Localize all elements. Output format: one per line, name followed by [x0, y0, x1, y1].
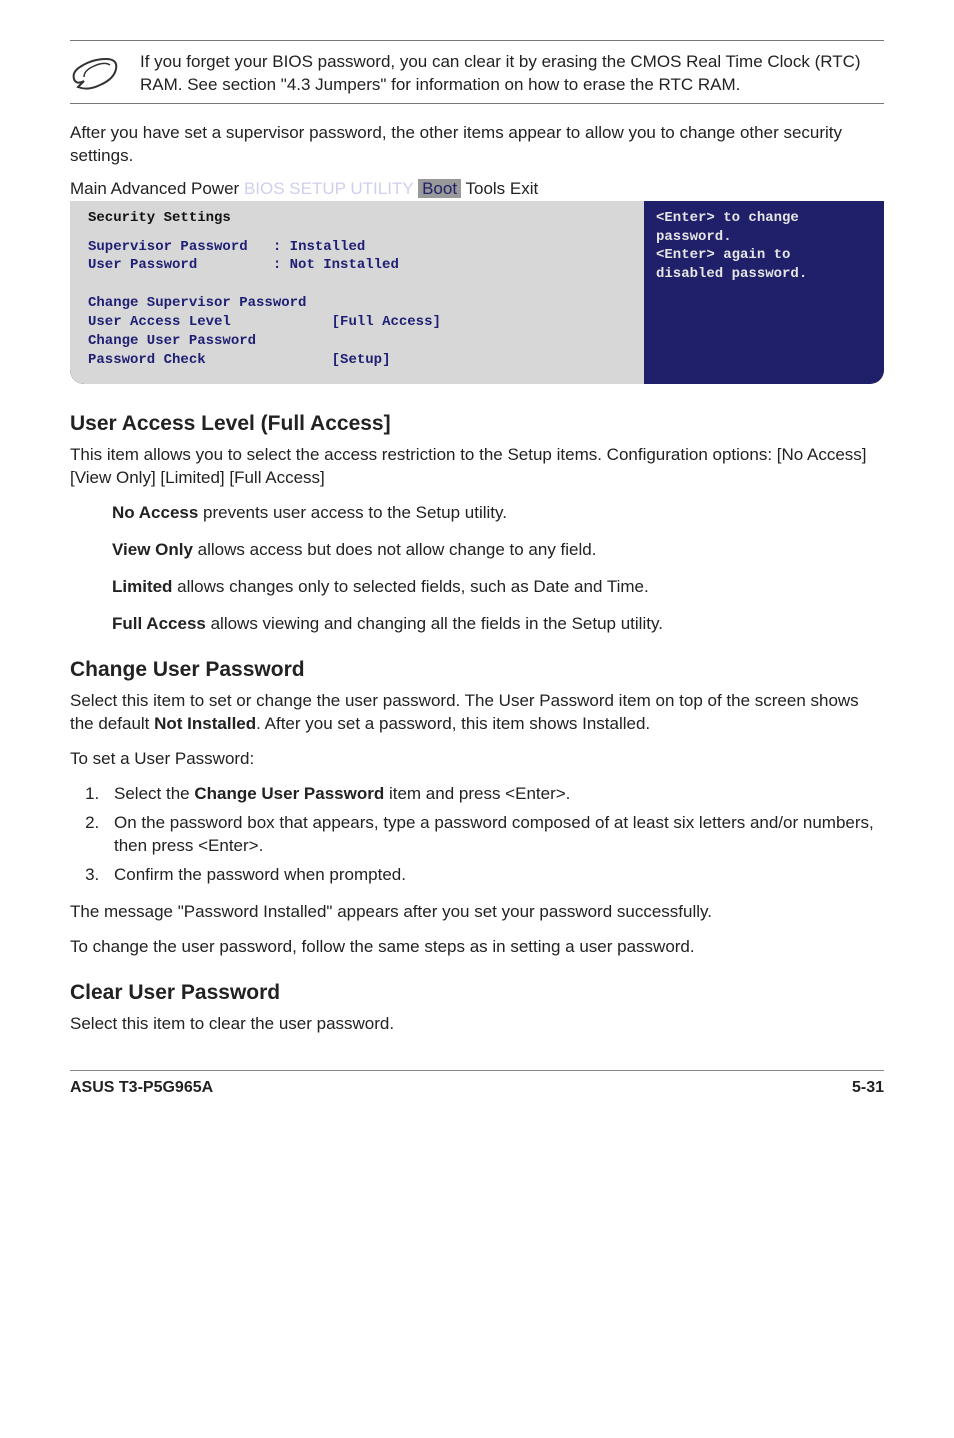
step-2: On the password box that appears, type a…: [104, 812, 884, 858]
user-password-value: : Not Installed: [273, 257, 399, 273]
set-password-steps: Select the Change User Password item and…: [104, 783, 884, 887]
clear-user-password-desc: Select this item to clear the user passw…: [70, 1013, 884, 1036]
bios-title: BIOS SETUP UTILITY: [244, 179, 413, 198]
access-levels-list: No Access prevents user access to the Se…: [112, 502, 884, 636]
footer-left: ASUS T3-P5G965A: [70, 1077, 213, 1099]
tab-boot: Boot: [418, 179, 461, 198]
bios-left-panel: Security Settings Supervisor Password : I…: [70, 201, 644, 384]
user-access-level-heading: User Access Level (Full Access]: [70, 410, 884, 438]
cup-para3: The message "Password Installed" appears…: [70, 901, 884, 924]
change-user-password-bold: Change User Password: [194, 784, 384, 803]
help-line-4: disabled password.: [656, 265, 872, 284]
bios-screenshot: Main Advanced Power BIOS SETUP UTILITY B…: [70, 178, 884, 384]
password-check-value: [Setup]: [332, 352, 391, 368]
cup-para1: Select this item to set or change the us…: [70, 690, 884, 736]
change-user-password-heading: Change User Password: [70, 656, 884, 684]
clear-user-password-heading: Clear User Password: [70, 979, 884, 1007]
no-access-bold: No Access: [112, 503, 198, 522]
user-access-level-value: [Full Access]: [332, 314, 441, 330]
help-line-3: <Enter> again to: [656, 246, 872, 265]
user-access-level-desc: This item allows you to select the acces…: [70, 444, 884, 490]
change-user-password: Change User Password: [88, 333, 256, 349]
user-access-level-label: User Access Level: [88, 314, 231, 330]
page-footer: ASUS T3-P5G965A 5-31: [70, 1070, 884, 1099]
security-settings-heading: Security Settings: [88, 209, 626, 228]
limited-text: allows changes only to selected fields, …: [172, 577, 648, 596]
note-text: If you forget your BIOS password, you ca…: [140, 49, 884, 97]
view-only-bold: View Only: [112, 540, 193, 559]
cup-para4: To change the user password, follow the …: [70, 936, 884, 959]
bios-menubar: Main Advanced Power BIOS SETUP UTILITY B…: [70, 178, 884, 201]
help-line-2: password.: [656, 228, 872, 247]
change-supervisor-password: Change Supervisor Password: [88, 295, 306, 311]
tab-exit: Exit: [510, 179, 538, 198]
step-1: Select the Change User Password item and…: [104, 783, 884, 806]
view-only-text: allows access but does not allow change …: [193, 540, 597, 559]
supervisor-password-label: Supervisor Password: [88, 239, 248, 255]
tab-power: Power: [191, 179, 239, 198]
intro-paragraph: After you have set a supervisor password…: [70, 122, 884, 168]
help-line-1: <Enter> to change: [656, 209, 872, 228]
supervisor-password-value: : Installed: [273, 239, 365, 255]
tab-tools: Tools: [466, 179, 506, 198]
step-3: Confirm the password when prompted.: [104, 864, 884, 887]
footer-right: 5-31: [852, 1077, 884, 1099]
note-icon: [70, 49, 120, 95]
bios-help-panel: <Enter> to change password. <Enter> agai…: [644, 201, 884, 384]
no-access-text: prevents user access to the Setup utilit…: [198, 503, 507, 522]
full-access-text: allows viewing and changing all the fiel…: [206, 614, 663, 633]
limited-bold: Limited: [112, 577, 172, 596]
user-password-label: User Password: [88, 257, 197, 273]
not-installed-bold: Not Installed: [154, 714, 256, 733]
password-check-label: Password Check: [88, 352, 206, 368]
full-access-bold: Full Access: [112, 614, 206, 633]
tab-main: Main: [70, 179, 107, 198]
cup-para2: To set a User Password:: [70, 748, 884, 771]
tab-advanced: Advanced: [111, 179, 187, 198]
note-block: If you forget your BIOS password, you ca…: [70, 49, 884, 97]
